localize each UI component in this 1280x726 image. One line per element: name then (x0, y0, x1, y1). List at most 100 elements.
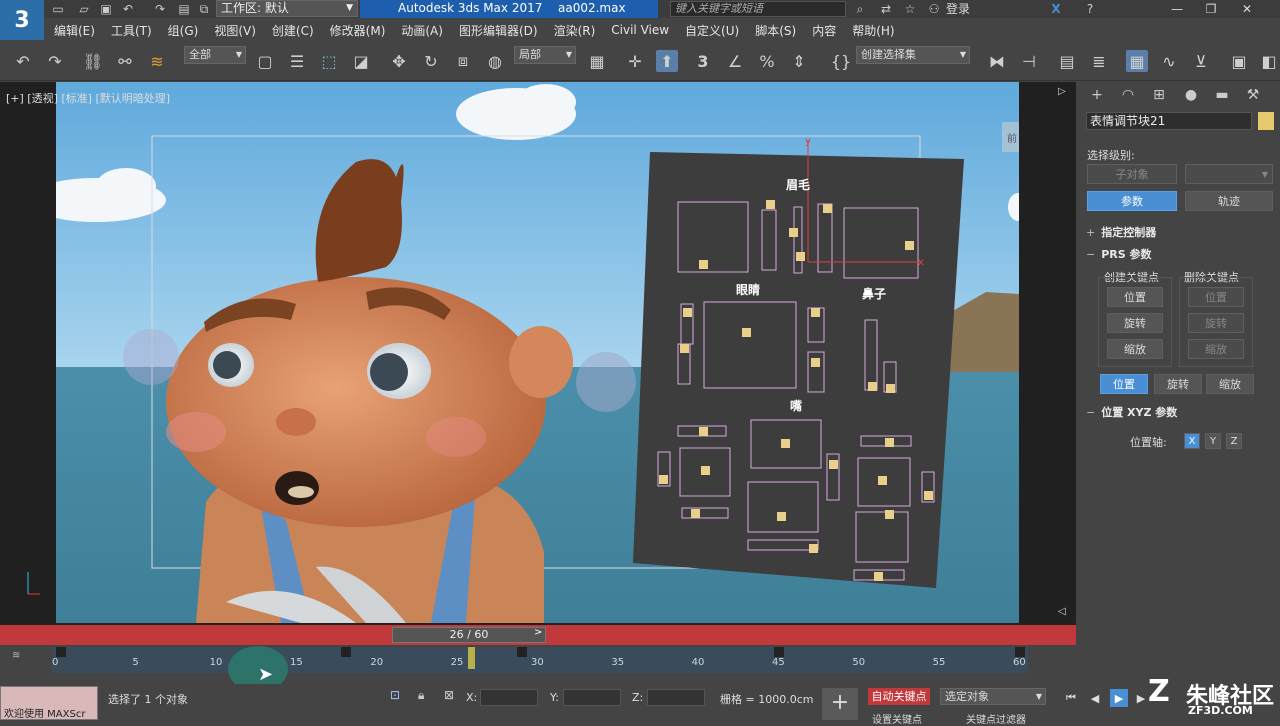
axis-y-button[interactable]: Y (1205, 433, 1221, 449)
tab-rotation[interactable]: 旋转 (1154, 374, 1202, 394)
menu-animation[interactable]: 动画(A) (401, 22, 443, 39)
redo-icon[interactable]: ↷ (44, 50, 66, 72)
auto-key-button[interactable]: 自动关键点 (868, 688, 930, 705)
tab-position[interactable]: 位置 (1100, 374, 1148, 394)
scene-render[interactable]: y x 眉毛 眼睛 鼻子 嘴 前 (56, 82, 1019, 623)
menu-help[interactable]: 帮助(H) (852, 22, 894, 39)
create-icon[interactable]: + (1086, 84, 1108, 106)
play-icon[interactable]: ▶ (1110, 689, 1128, 707)
delete-position-key-button[interactable]: 位置 (1188, 287, 1244, 307)
menu-create[interactable]: 创建(C) (272, 22, 314, 39)
minimize-button[interactable]: — (1160, 0, 1194, 18)
app-logo[interactable]: 3 (0, 0, 44, 40)
maxscript-listener[interactable]: 欢迎使用 MAXScr (0, 686, 98, 720)
rollout-prs-params[interactable]: − PRS 参数 (1086, 246, 1272, 264)
delete-rotation-key-button[interactable]: 旋转 (1188, 313, 1244, 333)
pivot-icon[interactable]: ▦ (586, 50, 608, 72)
spinner-snap-icon[interactable]: ⇕ (788, 50, 810, 72)
close-button[interactable]: ✕ (1230, 0, 1264, 18)
add-time-tag-icon[interactable]: + (822, 688, 858, 720)
edit-named-selection-icon[interactable]: {} (830, 50, 852, 72)
axis-x-button[interactable]: X (1184, 433, 1200, 449)
menu-scripting[interactable]: 脚本(S) (755, 22, 796, 39)
undo-icon[interactable]: ↶ (120, 1, 136, 17)
key-marker[interactable] (517, 647, 527, 657)
scene-explorer-icon[interactable]: ≣ (1088, 50, 1110, 72)
binoculars-icon[interactable]: ⌕ (852, 1, 868, 17)
tab-scale[interactable]: 缩放 (1206, 374, 1254, 394)
bind-space-warp-icon[interactable]: ≋ (146, 50, 168, 72)
workspace-dropdown[interactable]: 工作区: 默认 ▼ (216, 0, 358, 17)
user-icon[interactable]: ⚇ (926, 1, 942, 17)
isolate-icon[interactable]: ⊡ (390, 688, 404, 702)
create-scale-key-button[interactable]: 缩放 (1107, 339, 1163, 359)
utilities-icon[interactable]: ⚒ (1242, 84, 1264, 106)
schematic-view-icon[interactable]: ⊻ (1190, 50, 1212, 72)
key-marker[interactable] (341, 647, 351, 657)
select-object-icon[interactable]: ▢ (254, 50, 276, 72)
x-icon[interactable]: X (1048, 1, 1064, 17)
create-rotation-key-button[interactable]: 旋转 (1107, 313, 1163, 333)
selection-filter-dropdown[interactable]: 全部 ▼ (184, 46, 246, 64)
viewport-arrow-icon[interactable]: ◁ (1058, 606, 1070, 618)
named-selection-dropdown[interactable]: 创建选择集 ▼ (856, 46, 970, 64)
save-icon[interactable]: ▣ (98, 1, 114, 17)
exchange-icon[interactable]: ⇄ (878, 1, 894, 17)
object-color-swatch[interactable] (1258, 112, 1274, 130)
redo-icon[interactable]: ↷ (152, 1, 168, 17)
absolute-mode-icon[interactable]: ⊠ (444, 688, 458, 702)
x-coordinate-field[interactable] (480, 689, 538, 706)
keyboard-shortcut-icon[interactable]: ⬆ (656, 50, 678, 72)
hierarchy-icon[interactable]: ⊞ (1148, 84, 1170, 106)
select-place-icon[interactable]: ◍ (484, 50, 506, 72)
select-manipulate-icon[interactable]: ✛ (624, 50, 646, 72)
maximize-button[interactable]: ❐ (1194, 0, 1228, 18)
menu-civil-view[interactable]: Civil View (611, 23, 669, 37)
create-position-key-button[interactable]: 位置 (1107, 287, 1163, 307)
lock-icon[interactable]: 🔒︎ (418, 688, 432, 702)
modify-icon[interactable]: ◠ (1117, 84, 1139, 106)
search-input[interactable]: 键入关键字或短语 (670, 1, 846, 17)
menu-views[interactable]: 视图(V) (214, 22, 256, 39)
menu-group[interactable]: 组(G) (168, 22, 199, 39)
facial-control-board[interactable] (633, 152, 964, 588)
rollout-assign-controller[interactable]: + 指定控制器 (1086, 224, 1272, 242)
perspective-viewport[interactable]: y x 眉毛 眼睛 鼻子 嘴 前 (56, 82, 1019, 623)
curve-editor-icon[interactable]: ∿ (1158, 50, 1180, 72)
track-button[interactable]: 轨迹 (1185, 191, 1273, 211)
link-icon[interactable]: ⛓ (82, 50, 104, 72)
menu-edit[interactable]: 编辑(E) (54, 22, 95, 39)
key-selection-dropdown[interactable]: 选定对象 ▼ (940, 688, 1046, 705)
help-icon[interactable]: ? (1082, 1, 1098, 17)
select-by-name-icon[interactable]: ☰ (286, 50, 308, 72)
window-crossing-icon[interactable]: ◪ (350, 50, 372, 72)
rect-region-icon[interactable]: ⬚ (318, 50, 340, 72)
next-frame-icon[interactable]: > (534, 627, 546, 643)
object-name-field[interactable]: 表情调节块21 (1086, 112, 1252, 130)
key-marker[interactable] (1015, 647, 1025, 657)
mirror-icon[interactable]: ⧓ (986, 50, 1008, 72)
viewport-label[interactable]: [+] [透视] [标准] [默认明暗处理] (6, 90, 170, 106)
toggle-ribbon-icon[interactable]: ▦ (1126, 50, 1148, 72)
rotate-icon[interactable]: ↻ (420, 50, 442, 72)
menu-content[interactable]: 内容 (812, 22, 836, 39)
render-setup-icon[interactable]: ◧ (1258, 50, 1280, 72)
delete-scale-key-button[interactable]: 缩放 (1188, 339, 1244, 359)
previous-frame-icon[interactable]: ◀ (1086, 689, 1104, 707)
snap-icon[interactable]: 3 (692, 50, 714, 72)
menu-tools[interactable]: 工具(T) (111, 22, 152, 39)
time-cursor[interactable] (467, 647, 475, 669)
key-marker[interactable] (774, 647, 784, 657)
y-coordinate-field[interactable] (563, 689, 621, 706)
set-key-button[interactable]: 设置关键点 (872, 711, 922, 726)
menu-modifiers[interactable]: 修改器(M) (330, 22, 386, 39)
rollout-position-xyz[interactable]: − 位置 XYZ 参数 (1086, 404, 1272, 422)
scale-icon[interactable]: ⧈ (452, 50, 474, 72)
project-folder-icon[interactable]: ▤ (176, 1, 192, 17)
layer-manager-icon[interactable]: ▤ (1056, 50, 1078, 72)
menu-customize[interactable]: 自定义(U) (685, 22, 739, 39)
new-file-icon[interactable]: ▭ (50, 1, 66, 17)
display-icon[interactable]: ▬ (1211, 84, 1233, 106)
key-marker[interactable] (56, 647, 66, 657)
sub-object-dropdown[interactable]: ▼ (1185, 164, 1273, 184)
